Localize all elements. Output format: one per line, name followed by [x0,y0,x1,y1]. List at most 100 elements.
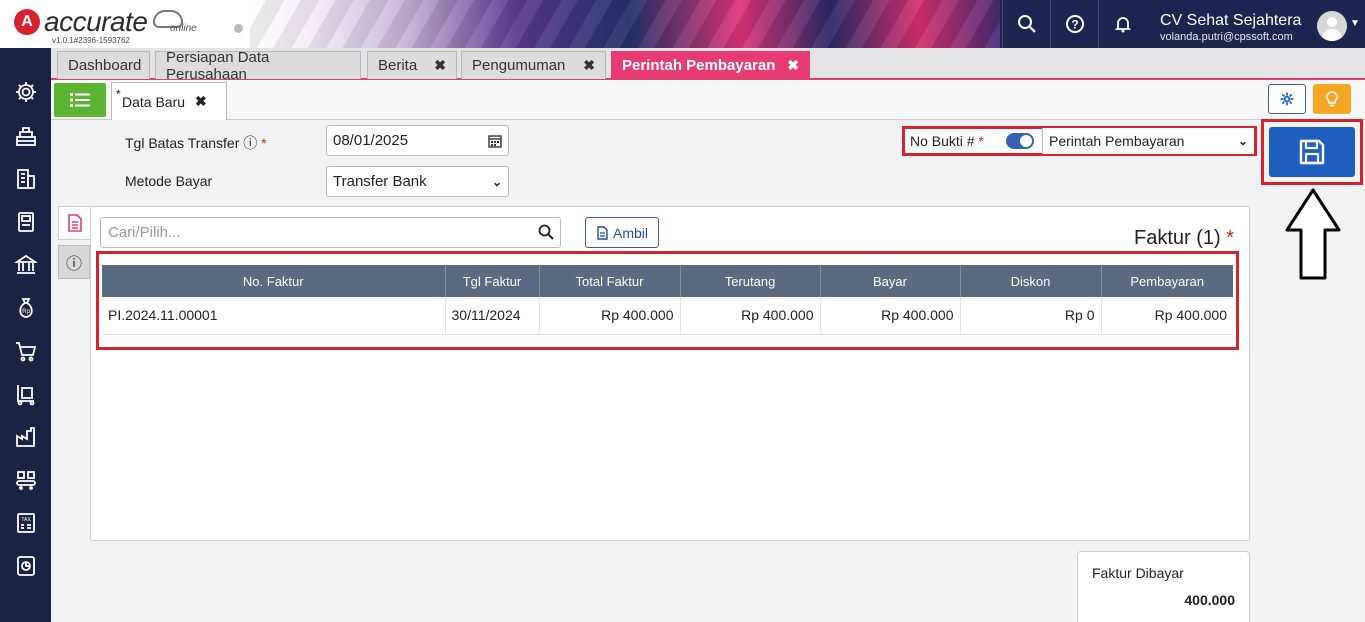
no-bukti-type-select[interactable]: Perintah Pembayaran ⌄ [1042,128,1254,154]
faktur-dibayar-value: 400.000 [1184,592,1235,608]
tab-label: Berita [378,57,418,74]
tab-label: Pengumuman [472,57,566,74]
status-dot-icon [234,24,243,33]
logo-sub: online [170,23,197,34]
search-input[interactable]: Cari/Pilih... [100,217,561,248]
building-icon[interactable] [13,166,39,192]
gear-icon[interactable] [13,79,39,105]
sub-toolbar: * Data Baru ✖ [51,80,1365,120]
cell-diskon: Rp 0 [960,297,1102,335]
col-total-faktur[interactable]: Total Faktur [539,265,681,297]
factory-icon[interactable] [13,424,39,450]
user-email: volanda.putri@cpssoft.com [1160,31,1293,43]
tgl-batas-transfer-label: Tgl Batas Transfer ⓘ * [125,135,267,151]
tab-dashboard[interactable]: Dashboard [57,51,150,79]
no-bukti-group: No Bukti # * Perintah Pembayaran ⌄ [902,126,1257,156]
cell-pembayaran: Rp 400.000 [1101,297,1233,335]
logo-text: accurate [44,6,148,37]
auto-number-toggle[interactable] [1006,133,1034,149]
cash-register-icon[interactable] [13,123,39,149]
col-pembayaran[interactable]: Pembayaran [1101,265,1233,297]
info-icon: ⓘ [65,256,82,273]
svg-text:Rp: Rp [22,309,30,315]
close-icon[interactable]: ✖ [434,57,446,74]
tgl-batas-transfer-field[interactable]: 08/01/2025 [326,125,509,156]
close-icon[interactable]: ✖ [195,93,207,110]
faktur-table-highlight: No. Faktur Tgl Faktur Total Faktur Terut… [96,251,1239,350]
gear-icon [1280,92,1294,106]
cell-total-faktur: Rp 400.000 [539,297,681,335]
tab-label: Dashboard [68,57,142,74]
svg-text:TAX: TAX [21,517,31,523]
no-bukti-label: No Bukti # * [910,133,984,149]
list-icon [70,93,90,107]
faktur-title: Faktur (1) * [1134,227,1235,249]
app-version: v1.0.1#2396-1593762 [52,36,130,45]
close-icon[interactable]: ✖ [787,57,799,74]
metode-bayar-label: Metode Bayar [125,173,213,189]
svg-text:?: ? [1071,18,1078,32]
detail-tab[interactable] [58,206,90,240]
search-icon [538,224,554,240]
arrow-up-icon [1285,188,1341,280]
table-header-row: No. Faktur Tgl Faktur Total Faktur Terut… [102,265,1233,297]
required-mark: * [261,135,267,151]
bank-icon[interactable] [13,252,39,278]
col-tgl-faktur[interactable]: Tgl Faktur [445,265,540,297]
conveyor-icon[interactable] [13,467,39,493]
summary-box: Faktur Dibayar 400.000 [1077,551,1250,622]
list-menu-button[interactable] [54,83,106,117]
save-button[interactable] [1269,127,1355,177]
lightbulb-icon [1326,91,1338,107]
report-icon[interactable] [13,553,39,579]
settings-button[interactable] [1268,84,1306,114]
avatar[interactable] [1317,11,1347,41]
col-no-faktur[interactable]: No. Faktur [102,265,446,297]
unsaved-mark: * [116,87,121,101]
chevron-down-icon: ⌄ [1237,134,1248,148]
app-logo[interactable]: A accurate [14,6,184,37]
sidebar: Rp TAX [0,48,51,622]
faktur-table: No. Faktur Tgl Faktur Total Faktur Terut… [102,265,1233,335]
cell-bayar: Rp 400.000 [820,297,961,335]
close-icon[interactable]: ✖ [583,57,595,74]
faktur-dibayar-label: Faktur Dibayar [1092,565,1184,581]
tab-label: Perintah Pembayaran [622,57,776,74]
tax-icon[interactable]: TAX [13,510,39,536]
document-copy-icon [597,225,608,240]
tab-pengumuman[interactable]: Pengumuman ✖ [461,51,606,79]
tab-perintah-pembayaran[interactable]: Perintah Pembayaran ✖ [611,51,810,79]
tab-persiapan-data[interactable]: Persiapan Data Perusahaan [155,49,361,83]
tips-button[interactable] [1313,84,1351,114]
floppy-disk-icon [1299,139,1325,165]
chevron-down-icon: ⌄ [491,174,502,189]
company-name[interactable]: CV Sehat Sejahtera [1160,12,1301,30]
table-row[interactable]: PI.2024.11.00001 30/11/2024 Rp 400.000 R… [102,297,1233,335]
info-icon[interactable]: ⓘ [243,135,257,151]
cart-icon[interactable] [13,338,39,364]
info-tab[interactable]: ⓘ [58,245,90,279]
cell-tgl-faktur: 30/11/2024 [445,297,540,335]
document-icon [67,214,82,232]
help-icon[interactable]: ? [1050,0,1098,48]
tab-berita[interactable]: Berita ✖ [367,51,457,79]
subtab-label: Data Baru [122,93,186,110]
calendar-icon [488,134,502,148]
book-icon[interactable] [13,209,39,235]
chevron-down-icon[interactable]: ▼ [1350,18,1360,29]
tab-label: Persiapan Data Perusahaan [166,48,270,83]
cell-terutang: Rp 400.000 [680,297,821,335]
metode-bayar-select[interactable]: Transfer Bank ⌄ [326,166,509,197]
cell-no-faktur: PI.2024.11.00001 [102,297,446,335]
search-icon[interactable] [1002,0,1050,48]
col-diskon[interactable]: Diskon [960,265,1102,297]
ambil-button[interactable]: Ambil [585,217,659,248]
app-header: A accurate online v1.0.1#2396-1593762 ? … [0,0,1365,48]
dolly-icon[interactable] [13,381,39,407]
money-bag-icon[interactable]: Rp [13,295,39,321]
accurate-logo-icon: A [14,9,40,35]
bell-icon[interactable] [1098,0,1146,48]
col-terutang[interactable]: Terutang [680,265,821,297]
col-bayar[interactable]: Bayar [820,265,961,297]
subtab-data-baru[interactable]: * Data Baru ✖ [111,82,227,120]
